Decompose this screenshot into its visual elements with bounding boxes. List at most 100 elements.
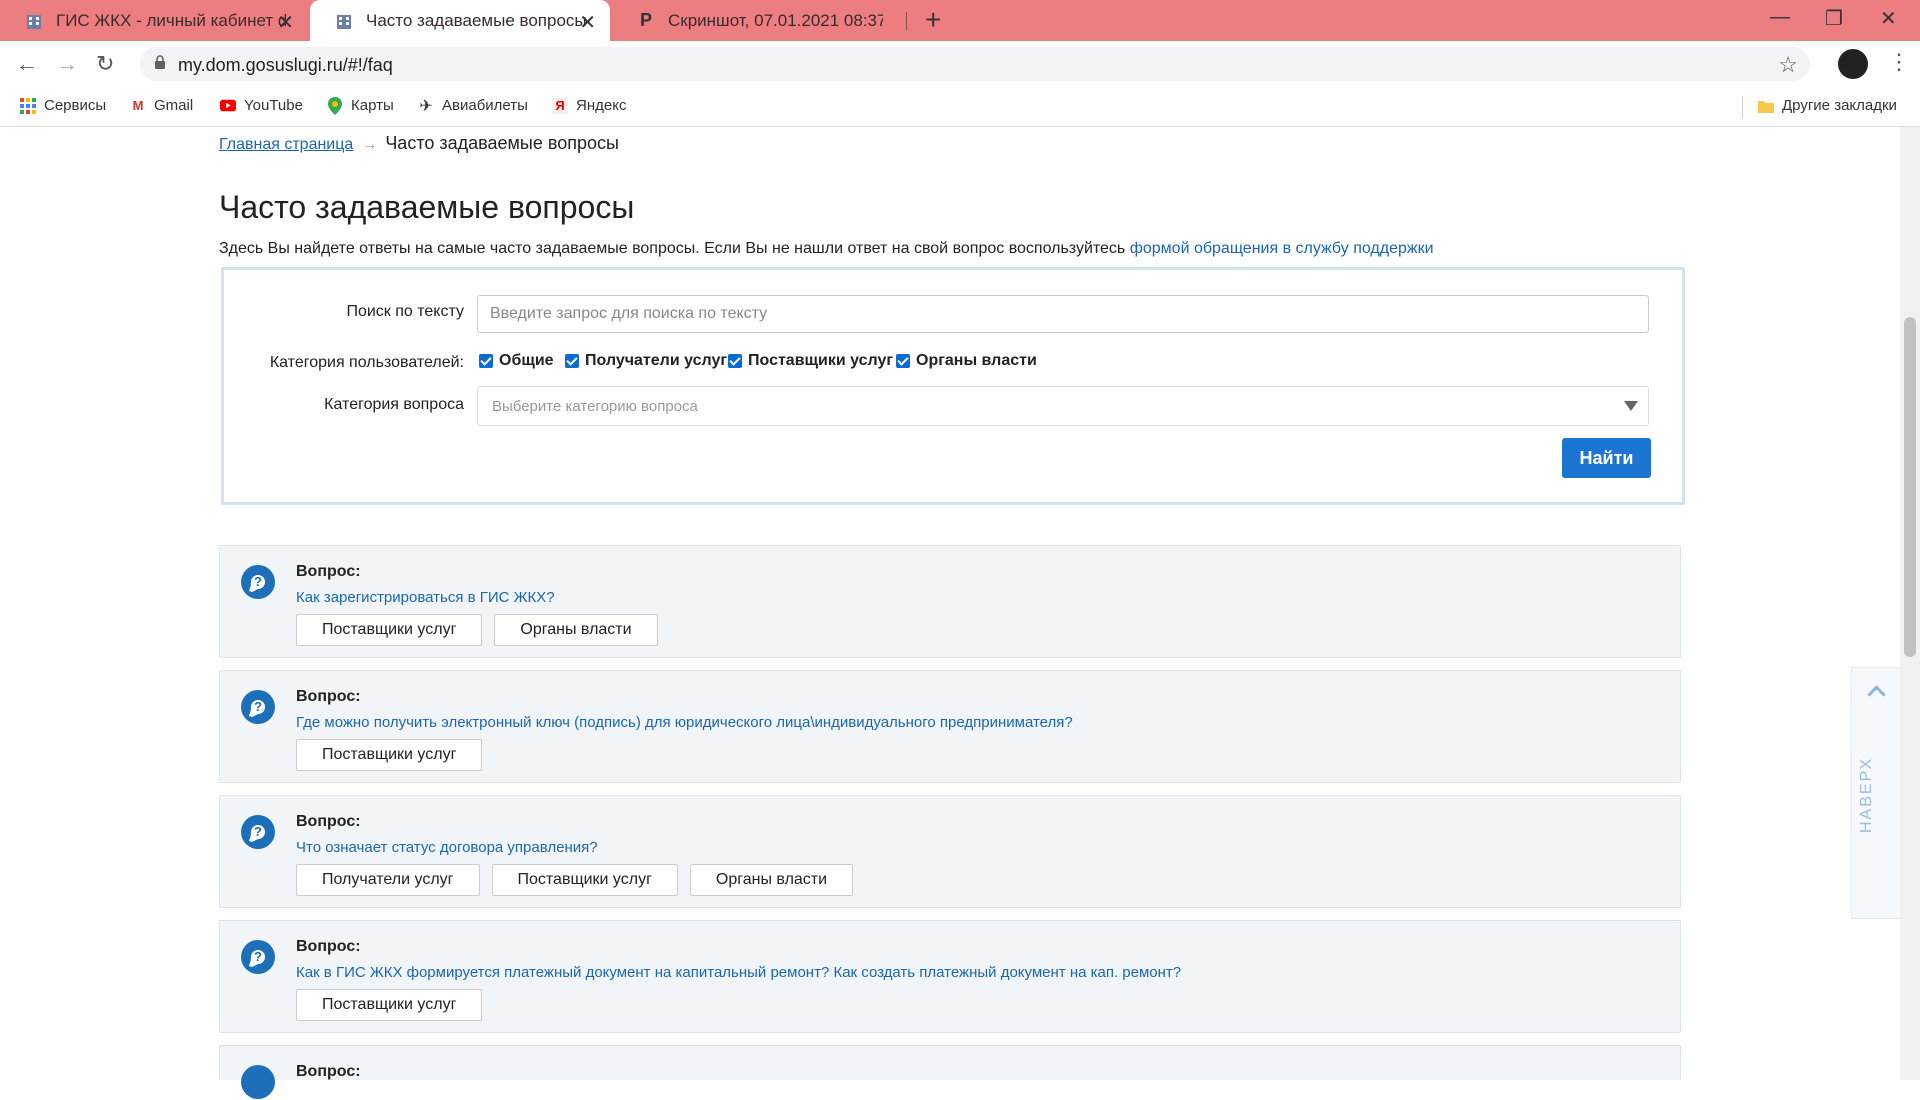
forward-icon[interactable]: →	[56, 51, 78, 77]
question-label: Вопрос:	[296, 813, 361, 830]
breadcrumb-current: Часто задаваемые вопросы	[385, 133, 619, 153]
apps-grid-icon	[20, 97, 36, 114]
checkbox-recipients[interactable]: Получатели услуг	[565, 352, 727, 370]
gmail-icon: M	[132, 98, 144, 113]
tab-gis-lk[interactable]: ГИС ЖКХ - личный кабинет dom ✕	[0, 0, 308, 41]
scroll-to-top-button[interactable]: НАВЕРХ	[1851, 667, 1901, 919]
breadcrumb: Главная страница → Часто задаваемые вопрос…	[219, 133, 619, 154]
tag-list: Поставщики услуг Органы власти	[296, 614, 658, 646]
checkbox-checked-icon[interactable]	[479, 354, 493, 368]
close-icon[interactable]: ✕	[277, 10, 294, 35]
bookmark-services[interactable]: Сервисы	[20, 97, 106, 114]
tag-button[interactable]: Поставщики услуг	[296, 614, 483, 646]
svg-text:?: ?	[254, 824, 262, 839]
bookmarks-separator	[1742, 96, 1743, 118]
tab-screenshot[interactable]: P Скриншот, 07.01.2021 08:37:04 -	[612, 0, 910, 41]
bookmark-label: Другие закладки	[1782, 97, 1897, 114]
bookmark-label: Gmail	[154, 97, 194, 114]
question-category-select[interactable]: Выберите категорию вопроса	[477, 386, 1649, 426]
search-filter-panel: Поиск по тексту Категория пользователей:…	[221, 267, 1685, 505]
breadcrumb-arrow: →	[361, 136, 378, 153]
scrollbar-thumb[interactable]	[1904, 317, 1916, 657]
menu-kebab-icon[interactable]: ⋮	[1888, 49, 1910, 75]
new-tab-button[interactable]: +	[925, 4, 941, 36]
page-title: Часто задаваемые вопросы	[219, 189, 635, 225]
reload-icon[interactable]: ↻	[96, 51, 114, 77]
tab-title: ГИС ЖКХ - личный кабинет dom	[56, 10, 286, 30]
minimize-icon[interactable]: —	[1770, 6, 1790, 29]
tab-faq[interactable]: Часто задаваемые вопросы ✕	[310, 0, 610, 41]
checkbox-authorities[interactable]: Органы власти	[896, 352, 1037, 370]
folder-icon	[1758, 98, 1774, 114]
svg-text:?: ?	[254, 699, 262, 714]
checkbox-label: Общие	[499, 352, 554, 369]
find-button[interactable]: Найти	[1562, 438, 1651, 478]
tag-list: Получатели услуг Поставщики услуг Органы…	[296, 864, 854, 896]
question-label: Вопрос:	[296, 688, 361, 705]
checkbox-general[interactable]: Общие	[479, 352, 554, 370]
tag-button[interactable]: Поставщики услуг	[296, 989, 483, 1021]
checkbox-providers[interactable]: Поставщики услуг	[728, 352, 893, 370]
bookmark-other[interactable]: Другие закладки	[1758, 97, 1897, 114]
question-icon: ?	[241, 690, 275, 724]
tag-button[interactable]: Поставщики услуг	[296, 739, 483, 771]
intro-sentence: Здесь Вы найдете ответы на самые часто з…	[219, 240, 1126, 257]
bookmark-label: Карты	[351, 97, 394, 114]
bookmark-youtube[interactable]: YouTube	[220, 97, 303, 114]
bookmark-star-icon[interactable]: ☆	[1778, 52, 1798, 78]
profile-avatar[interactable]	[1838, 49, 1868, 79]
tag-button[interactable]: Получатели услуг	[296, 864, 480, 896]
question-link[interactable]: Где можно получить электронный ключ (под…	[296, 714, 1073, 731]
question-label: Вопрос:	[296, 1063, 361, 1080]
bookmarks-bar: Сервисы M Gmail YouTube Карты ✈ Авиабиле…	[0, 88, 1920, 127]
airplane-icon: ✈	[419, 97, 433, 115]
checkbox-checked-icon[interactable]	[565, 354, 579, 368]
page-content: Главная страница → Часто задаваемые вопрос…	[0, 127, 1901, 1099]
chevron-up-icon	[1867, 685, 1886, 704]
checkbox-checked-icon[interactable]	[896, 354, 910, 368]
svg-text:?: ?	[254, 949, 262, 964]
p-logo-icon: P	[639, 10, 652, 30]
support-form-link[interactable]: формой обращения в службу поддержки	[1130, 240, 1434, 257]
bookmark-label: Сервисы	[44, 97, 107, 114]
bookmark-maps[interactable]: Карты	[327, 96, 394, 115]
faq-card: Вопрос:	[219, 1045, 1681, 1099]
bookmark-aviabilety[interactable]: ✈ Авиабилеты	[418, 97, 528, 115]
svg-text:?: ?	[254, 574, 262, 589]
question-icon: ?	[241, 565, 275, 599]
tag-button[interactable]: Органы власти	[494, 614, 658, 646]
checkbox-checked-icon[interactable]	[728, 354, 742, 368]
window-close-icon[interactable]: ✕	[1880, 6, 1897, 31]
bookmark-label: Авиабилеты	[442, 97, 528, 114]
question-link[interactable]: Как в ГИС ЖКХ формируется платежный доку…	[296, 964, 1181, 981]
question-icon: ?	[241, 815, 275, 849]
youtube-icon	[220, 98, 236, 114]
question-icon	[241, 1065, 275, 1099]
tab-separator	[906, 12, 907, 30]
checkbox-label: Получатели услуг	[585, 352, 728, 369]
tag-button[interactable]: Поставщики услуг	[491, 864, 678, 896]
bookmark-gmail[interactable]: M Gmail	[130, 97, 194, 114]
question-icon: ?	[241, 940, 275, 974]
search-label: Поиск по тексту	[346, 303, 464, 320]
search-input[interactable]	[477, 295, 1649, 333]
question-link[interactable]: Как зарегистрироваться в ГИС ЖКХ?	[296, 589, 555, 606]
back-icon[interactable]: ←	[16, 51, 38, 77]
question-link[interactable]: Что означает статус договора управления?	[296, 839, 598, 856]
tag-list: Поставщики услуг	[296, 989, 483, 1021]
faq-card: ? Вопрос: Как в ГИС ЖКХ формируется плат…	[219, 920, 1681, 1033]
browser-tab-bar: ГИС ЖКХ - личный кабинет dom ✕ Часто зад…	[0, 0, 1920, 41]
tag-button[interactable]: Органы власти	[689, 864, 854, 896]
bookmark-yandex[interactable]: Я Яндекс	[552, 97, 626, 114]
page-scrollbar[interactable]	[1900, 127, 1920, 1080]
close-icon[interactable]: ✕	[579, 10, 596, 35]
select-placeholder: Выберите категорию вопроса	[492, 398, 698, 415]
restore-icon[interactable]: ❐	[1825, 6, 1843, 31]
browser-toolbar: ← → ↻ my.dom.gosuslugi.ru/#!/faq ☆ ⋮	[0, 41, 1920, 88]
breadcrumb-home-link[interactable]: Главная страница	[219, 136, 353, 153]
address-bar[interactable]: my.dom.gosuslugi.ru/#!/faq ☆	[140, 47, 1810, 81]
tab-title: Скриншот, 07.01.2021 08:37:04 -	[668, 10, 883, 30]
question-label: Вопрос:	[296, 563, 361, 580]
intro-text: Здесь Вы найдете ответы на самые часто з…	[219, 240, 1434, 258]
bookmark-label: Яндекс	[576, 97, 627, 114]
